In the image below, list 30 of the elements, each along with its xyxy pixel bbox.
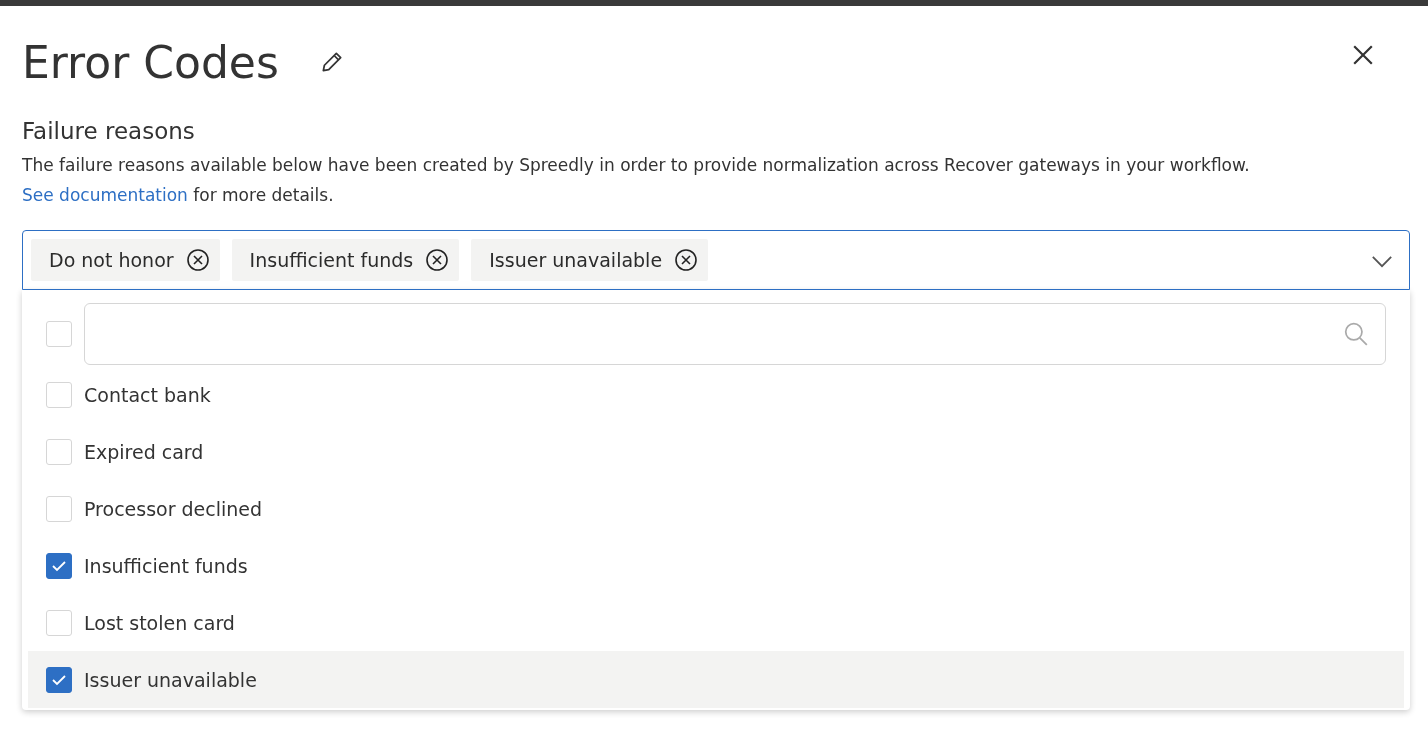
selected-tag: Issuer unavailable: [471, 239, 709, 281]
search-icon: [1343, 321, 1369, 347]
option-checkbox[interactable]: [46, 552, 72, 579]
remove-circle-x-icon[interactable]: [425, 248, 450, 272]
remove-circle-x-icon[interactable]: [674, 248, 699, 272]
option-item[interactable]: Expired card: [28, 423, 1404, 480]
remove-circle-x-icon[interactable]: [185, 248, 210, 272]
selected-tag: Insufficient funds: [231, 239, 460, 281]
option-item[interactable]: Processor declined: [28, 480, 1404, 537]
option-label: Issuer unavailable: [84, 668, 257, 691]
option-label: Expired card: [84, 440, 204, 463]
option-label: Contact bank: [84, 383, 211, 406]
page-title: Error Codes: [22, 36, 279, 88]
close-icon[interactable]: [1352, 44, 1374, 66]
option-label: Insufficient funds: [84, 554, 248, 577]
option-item[interactable]: Contact bank: [28, 366, 1404, 423]
option-label: Processor declined: [84, 497, 263, 520]
search-field[interactable]: [84, 303, 1386, 365]
section-description: The failure reasons available below have been created by Spreedly in order to provide normalization across Recover gateways in your workflow. See documentation for more details.: [22, 154, 1251, 207]
selected-tag: Do not honor: [31, 239, 220, 281]
multi-select-field[interactable]: Do not honor Insufficient funds Issuer unavailable: [22, 230, 1410, 290]
option-checkbox[interactable]: [46, 666, 72, 693]
option-item[interactable]: Insufficient funds: [28, 537, 1404, 594]
documentation-link[interactable]: See documentation: [22, 185, 188, 205]
option-item[interactable]: Lost stolen card: [28, 594, 1404, 651]
option-item[interactable]: Issuer unavailable: [28, 651, 1404, 708]
option-label: Lost stolen card: [84, 611, 235, 634]
section-heading: Failure reasons: [22, 118, 196, 144]
chevron-down-icon[interactable]: [1371, 255, 1393, 268]
select-all-checkbox[interactable]: [46, 321, 72, 347]
